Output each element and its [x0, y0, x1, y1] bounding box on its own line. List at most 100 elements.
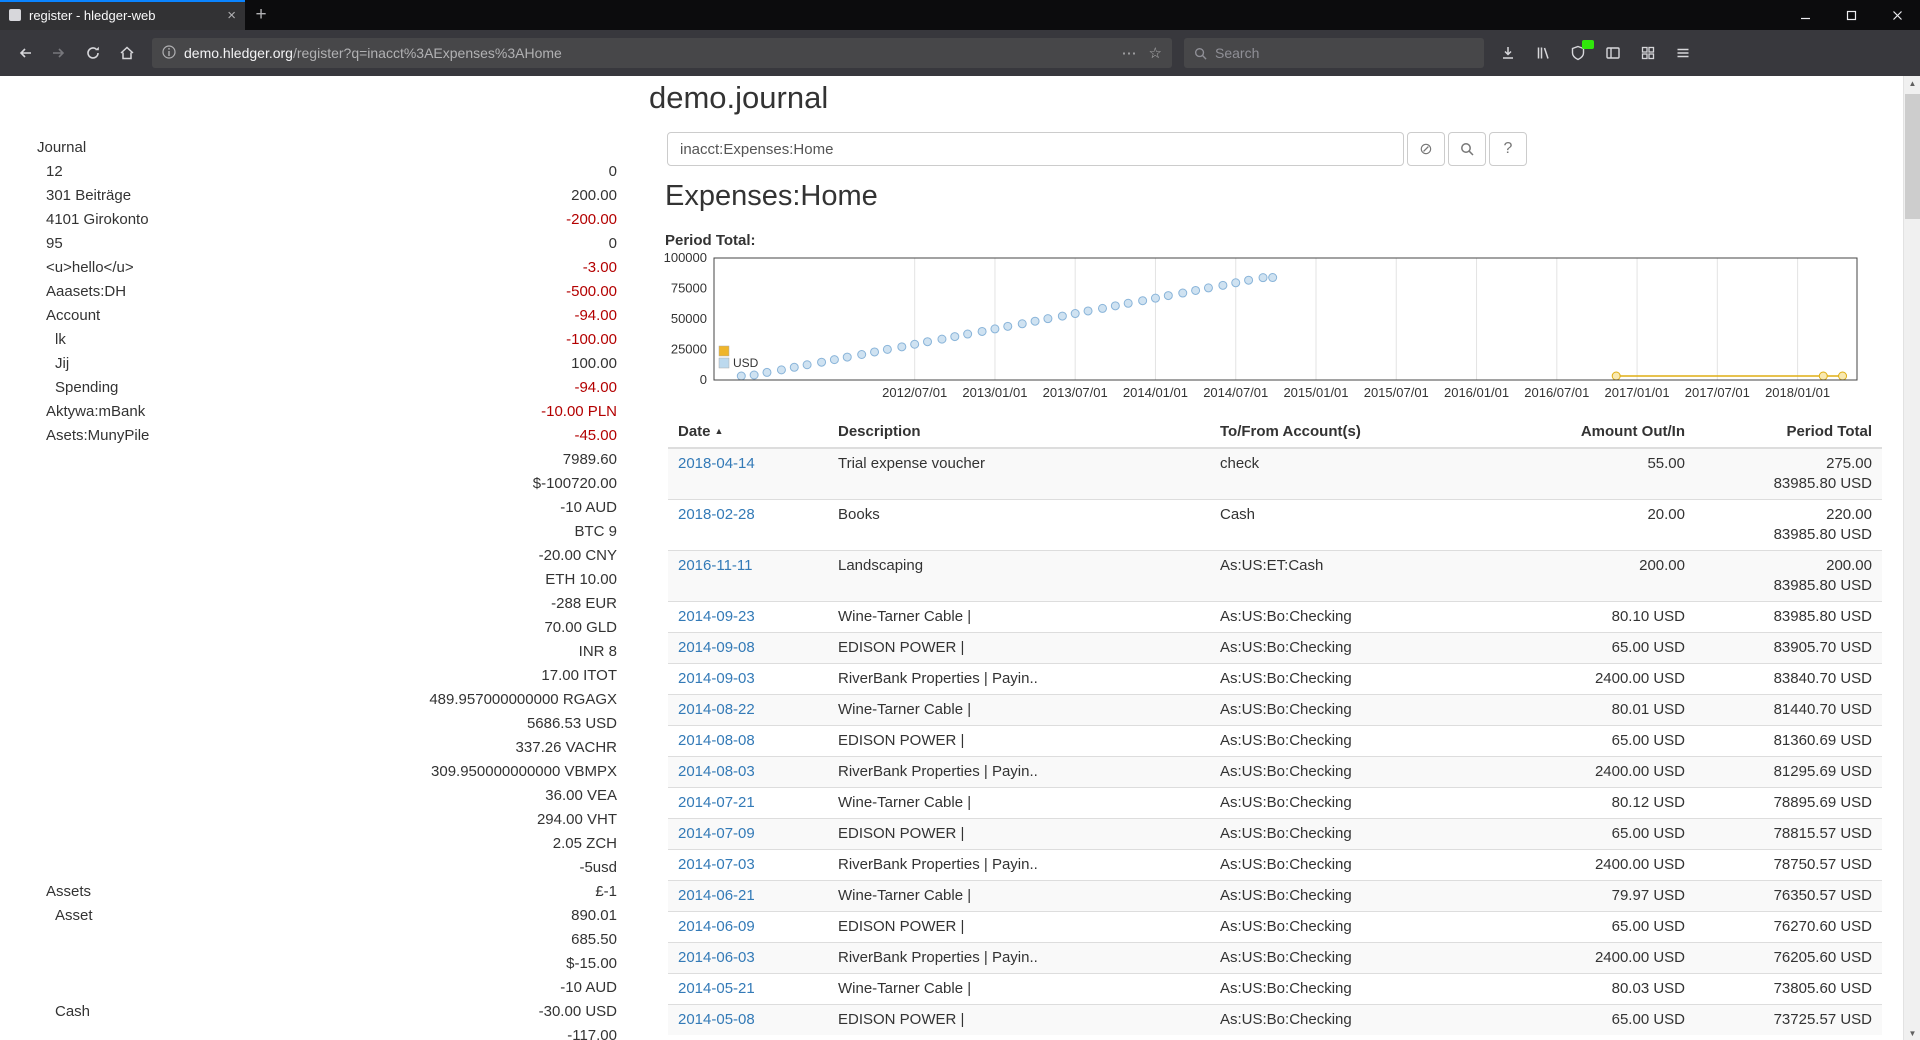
menu-button[interactable] [1669, 39, 1697, 67]
register-date-link[interactable]: 2014-07-21 [678, 794, 755, 811]
sidebar-account-name[interactable]: Aaasets:DH [37, 280, 126, 304]
sidebar-account-row[interactable]: 5686.53 USD [37, 712, 617, 736]
register-date-link[interactable]: 2014-09-03 [678, 670, 755, 687]
url-bar[interactable]: demo.hledger.org/register?q=inacct%3AExp… [152, 38, 1172, 68]
sidebar-account-name[interactable] [37, 640, 46, 664]
register-date-link[interactable]: 2014-08-22 [678, 701, 755, 718]
sidebar-account-name[interactable] [37, 544, 46, 568]
sidebar-account-name[interactable] [37, 736, 46, 760]
sidebar-account-name[interactable] [37, 496, 46, 520]
sidebar-account-name[interactable] [37, 472, 46, 496]
browser-search-field[interactable]: Search [1184, 38, 1484, 68]
sidebar-account-row[interactable]: Asets:MunyPile -45.00 [37, 424, 617, 448]
query-input[interactable] [667, 132, 1404, 166]
register-date-link[interactable]: 2014-08-03 [678, 763, 755, 780]
scroll-down-icon[interactable]: ▼ [1904, 1026, 1920, 1040]
bookmark-star-icon[interactable]: ☆ [1149, 44, 1162, 62]
sidebar-account-row[interactable]: Spending -94.00 [37, 376, 617, 400]
page-actions-icon[interactable]: ⋯ [1122, 44, 1137, 62]
tab-close-icon[interactable]: × [227, 8, 236, 23]
sidebar-account-row[interactable]: Assets £-1 [37, 880, 617, 904]
sidebar-account-row[interactable]: -20.00 CNY [37, 544, 617, 568]
sidebar-account-name[interactable]: Account [37, 304, 100, 328]
sidebar-account-name[interactable] [37, 808, 46, 832]
sidebar-account-name[interactable]: 95 [37, 232, 63, 256]
sidebar-account-row[interactable]: 301 Beiträge 200.00 [37, 184, 617, 208]
sidebar-account-row[interactable]: -5usd [37, 856, 617, 880]
sidebar-account-row[interactable]: -10 AUD [37, 976, 617, 1000]
sidebar-journal-link[interactable]: Journal [37, 136, 617, 160]
sidebar-account-row[interactable]: INR 8 [37, 640, 617, 664]
help-button[interactable]: ? [1489, 132, 1527, 166]
register-date-link[interactable]: 2014-08-08 [678, 732, 755, 749]
sidebar-account-row[interactable]: Aktywa:mBank -10.00 PLN [37, 400, 617, 424]
register-date-link[interactable]: 2018-04-14 [678, 455, 755, 472]
sidebar-account-row[interactable]: Account -94.00 [37, 304, 617, 328]
sidebar-account-name[interactable] [37, 664, 46, 688]
sidebar-account-name[interactable] [37, 832, 46, 856]
scrollbar-thumb[interactable] [1905, 94, 1920, 219]
sidebar-account-name[interactable] [37, 520, 46, 544]
scroll-up-icon[interactable]: ▲ [1904, 76, 1920, 90]
sidebar-account-row[interactable]: Cash -30.00 USD [37, 1000, 617, 1024]
sidebar-account-name[interactable] [37, 712, 46, 736]
sidebar-account-row[interactable]: 70.00 GLD [37, 616, 617, 640]
clear-query-button[interactable]: ⊘ [1407, 132, 1445, 166]
sidebar-account-name[interactable] [37, 616, 46, 640]
sidebar-account-row[interactable]: 17.00 ITOT [37, 664, 617, 688]
sidebar-account-name[interactable]: Cash [37, 1000, 90, 1024]
sidebar-toggle-button[interactable] [1599, 39, 1627, 67]
forward-button[interactable] [44, 38, 74, 68]
register-date-link[interactable]: 2014-09-08 [678, 639, 755, 656]
sidebar-account-name[interactable]: Aktywa:mBank [37, 400, 145, 424]
home-button[interactable] [112, 38, 142, 68]
window-close-button[interactable] [1874, 0, 1920, 30]
sidebar-account-row[interactable]: 2.05 ZCH [37, 832, 617, 856]
window-minimize-button[interactable] [1782, 0, 1828, 30]
sidebar-account-name[interactable]: Jij [37, 352, 69, 376]
sidebar-account-row[interactable]: 7989.60 [37, 448, 617, 472]
library-button[interactable] [1529, 39, 1557, 67]
sidebar-account-row[interactable]: -10 AUD [37, 496, 617, 520]
register-date-link[interactable]: 2014-07-09 [678, 825, 755, 842]
sidebar-account-name[interactable] [37, 1024, 55, 1040]
back-button[interactable] [10, 38, 40, 68]
sidebar-account-name[interactable]: Spending [37, 376, 118, 400]
sidebar-account-row[interactable]: Aaasets:DH -500.00 [37, 280, 617, 304]
sidebar-account-row[interactable]: Jij 100.00 [37, 352, 617, 376]
downloads-button[interactable] [1494, 39, 1522, 67]
sidebar-account-name[interactable]: Asets:MunyPile [37, 424, 149, 448]
sidebar-account-row[interactable]: lk -100.00 [37, 328, 617, 352]
site-info-icon[interactable] [162, 45, 176, 62]
sidebar-account-name[interactable]: lk [37, 328, 66, 352]
sidebar-account-row[interactable]: -117.00 [37, 1024, 617, 1040]
sidebar-account-name[interactable]: 301 Beiträge [37, 184, 131, 208]
sidebar-account-name[interactable] [37, 952, 55, 976]
sidebar-account-row[interactable]: <u>hello</u> -3.00 [37, 256, 617, 280]
browser-tab[interactable]: register - hledger-web × [0, 0, 245, 30]
sidebar-account-row[interactable]: 337.26 VACHR [37, 736, 617, 760]
sidebar-account-name[interactable]: Asset [37, 904, 93, 928]
register-date-link[interactable]: 2014-06-21 [678, 887, 755, 904]
search-submit-button[interactable] [1448, 132, 1486, 166]
sidebar-account-name[interactable] [37, 760, 46, 784]
sidebar-account-name[interactable] [37, 568, 46, 592]
sidebar-account-row[interactable]: $-15.00 [37, 952, 617, 976]
sidebar-account-name[interactable]: Assets [37, 880, 91, 904]
register-date-link[interactable]: 2016-11-11 [678, 557, 753, 574]
sidebar-account-name[interactable] [37, 928, 55, 952]
sidebar-account-row[interactable]: 309.950000000000 VBMPX [37, 760, 617, 784]
sidebar-account-name[interactable]: <u>hello</u> [37, 256, 134, 280]
sidebar-account-row[interactable]: 489.957000000000 RGAGX [37, 688, 617, 712]
register-date-link[interactable]: 2014-09-23 [678, 608, 755, 625]
sidebar-account-name[interactable] [37, 784, 46, 808]
sidebar-account-name[interactable] [37, 856, 46, 880]
sidebar-account-name[interactable] [37, 976, 55, 1000]
sidebar-account-name[interactable] [37, 592, 46, 616]
sidebar-account-row[interactable]: 12 0 [37, 160, 617, 184]
new-tab-button[interactable]: + [245, 0, 277, 30]
page-scrollbar[interactable]: ▲ ▼ [1903, 76, 1920, 1040]
register-date-link[interactable]: 2014-05-08 [678, 1011, 755, 1028]
sidebar-account-name[interactable] [37, 448, 46, 472]
sidebar-account-row[interactable]: 4101 Girokonto -200.00 [37, 208, 617, 232]
